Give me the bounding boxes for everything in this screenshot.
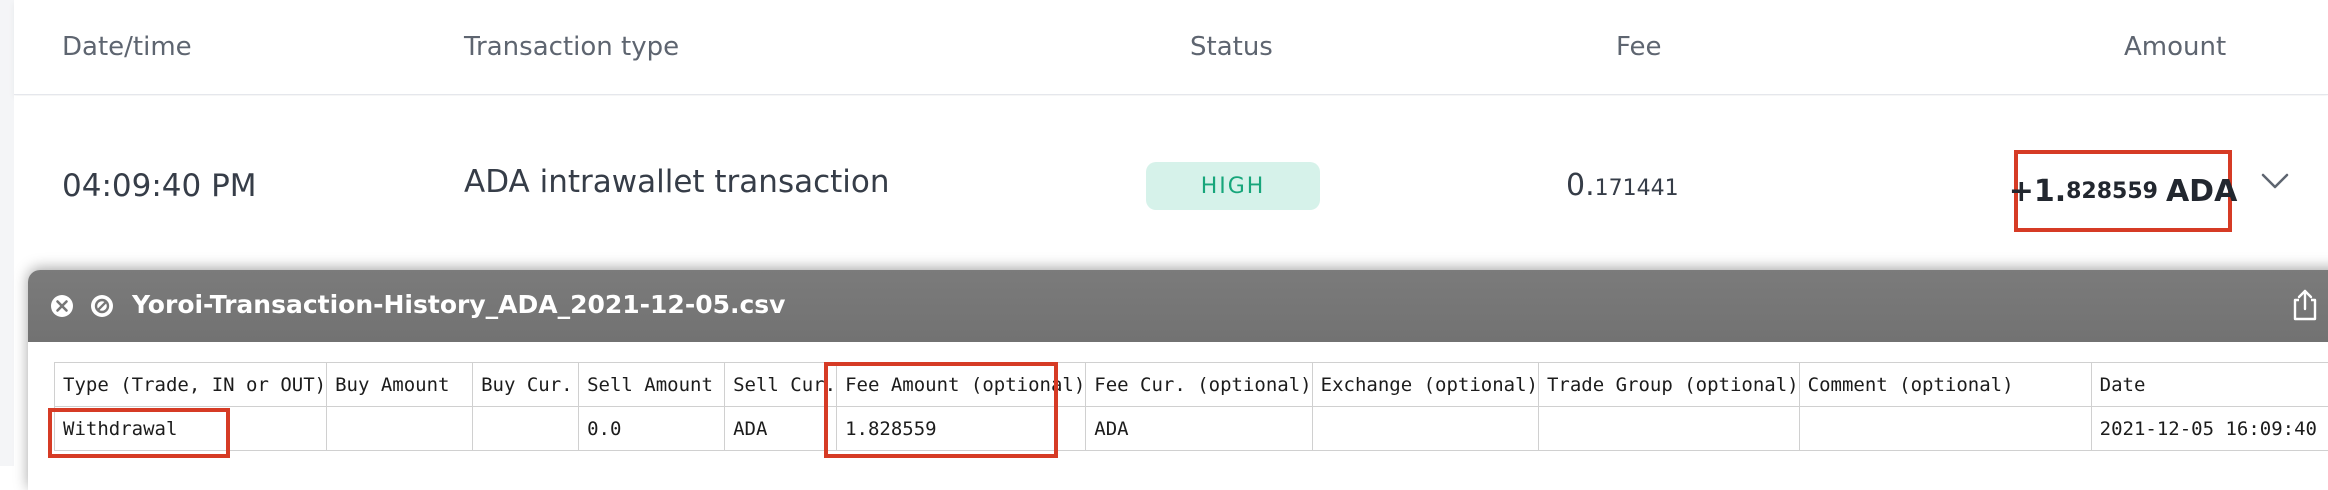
csv-column-header: Type (Trade, IN or OUT) — [55, 363, 327, 407]
block-icon[interactable] — [90, 294, 114, 318]
transactions-table-header: Date/time Transaction type Status Fee Am… — [14, 0, 2328, 95]
csv-column-header: Sell Amount — [579, 363, 725, 407]
table-cell: ADA — [1086, 407, 1312, 451]
csv-column-header: Sell Cur. — [725, 363, 837, 407]
table-cell — [327, 407, 473, 451]
transaction-fee: 0.171441 — [1566, 168, 1679, 203]
csv-column-header: Fee Amount (optional) — [837, 363, 1086, 407]
header-transaction-type: Transaction type — [464, 32, 679, 62]
csv-header-row: Type (Trade, IN or OUT) Buy Amount Buy C… — [55, 363, 2328, 407]
header-date-time: Date/time — [62, 32, 192, 62]
header-fee: Fee — [1616, 32, 1662, 62]
app-root: Date/time Transaction type Status Fee Am… — [0, 0, 2328, 466]
table-cell — [1799, 407, 2091, 451]
csv-column-header: Comment (optional) — [1799, 363, 2091, 407]
csv-column-header: Date — [2091, 363, 2328, 407]
header-status: Status — [1190, 32, 1273, 62]
amount-decimals: 828559 — [2066, 179, 2158, 204]
table-row: Withdrawal 0.0 ADA 1.828559 ADA 2021-12-… — [55, 407, 2328, 451]
csv-column-header: Buy Cur. — [473, 363, 579, 407]
amount-whole: +1. — [2009, 174, 2066, 209]
transaction-amount: +1.828559ADA — [2014, 150, 2232, 232]
transaction-type: ADA intrawallet transaction — [464, 164, 890, 200]
header-amount: Amount — [2124, 32, 2226, 62]
window-title: Yoroi-Transaction-History_ADA_2021-12-05… — [132, 290, 785, 319]
csv-column-header: Buy Amount — [327, 363, 473, 407]
csv-column-header: Fee Cur. (optional) — [1086, 363, 1312, 407]
fee-decimals: 171441 — [1595, 176, 1679, 201]
table-cell: 0.0 — [579, 407, 725, 451]
table-cell — [1312, 407, 1538, 451]
table-cell: 1.828559 — [837, 407, 1086, 451]
csv-preview-window: Yoroi-Transaction-History_ADA_2021-12-05… — [28, 270, 2328, 490]
csv-column-header: Trade Group (optional) — [1538, 363, 1799, 407]
status-badge: HIGH — [1146, 162, 1320, 210]
table-cell — [1538, 407, 1799, 451]
amount-currency: ADA — [2166, 174, 2237, 209]
csv-table: Type (Trade, IN or OUT) Buy Amount Buy C… — [54, 362, 2328, 451]
csv-column-header: Exchange (optional) — [1312, 363, 1538, 407]
window-titlebar[interactable]: Yoroi-Transaction-History_ADA_2021-12-05… — [28, 270, 2328, 342]
table-cell: ADA — [725, 407, 837, 451]
table-cell — [473, 407, 579, 451]
table-cell: 2021-12-05 16:09:40 — [2091, 407, 2328, 451]
chevron-down-icon[interactable] — [2260, 166, 2290, 196]
close-icon[interactable] — [50, 294, 74, 318]
fee-whole: 0. — [1566, 168, 1595, 203]
share-icon[interactable] — [2290, 288, 2320, 322]
table-cell: Withdrawal — [55, 407, 327, 451]
transaction-row[interactable]: 04:09:40 PM ADA intrawallet transaction … — [14, 96, 2328, 266]
transaction-time: 04:09:40 PM — [62, 168, 257, 204]
